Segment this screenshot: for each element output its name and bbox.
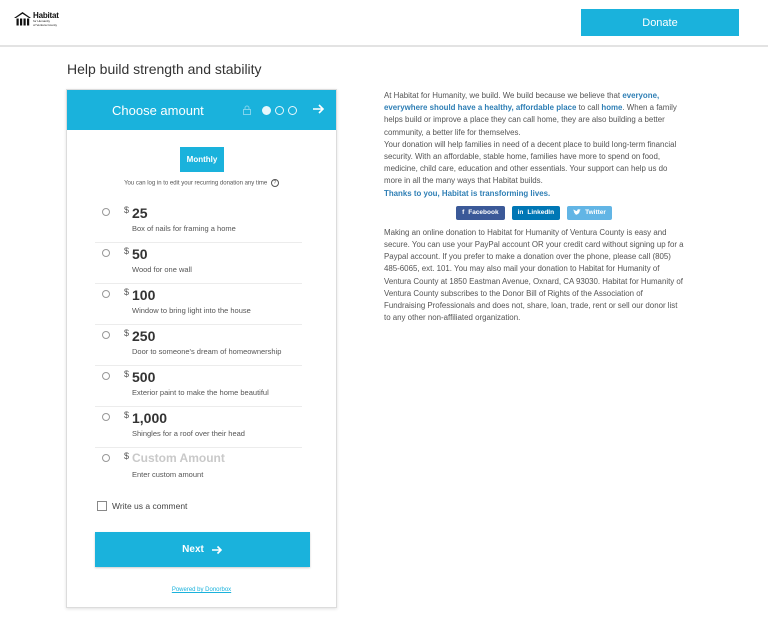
amount-radio[interactable] — [102, 331, 110, 339]
amount-value: 25 — [132, 205, 148, 221]
facebook-label: Facebook — [468, 209, 499, 217]
habitat-logo[interactable]: Habitat for Humanity of Ventura County — [14, 12, 59, 27]
form-header: Choose amount — [67, 90, 336, 130]
amount-option[interactable]: $ 250 Door to someone's dream of homeown… — [95, 325, 302, 366]
monthly-frequency-button[interactable]: Monthly — [180, 147, 224, 172]
logo-subtitle-line2: of Ventura County — [33, 22, 58, 27]
info-paragraph-2: Your donation will help families in need… — [384, 139, 677, 186]
currency-symbol: $ — [124, 369, 130, 379]
info-text: At Habitat for Humanity, we build. We bu… — [384, 91, 623, 100]
step-dot-3 — [288, 106, 297, 115]
custom-amount-input[interactable] — [132, 451, 292, 465]
amount-value: 100 — [132, 287, 156, 303]
next-button[interactable]: Next — [95, 532, 310, 567]
info-paragraph-1: At Habitat for Humanity, we build. We bu… — [384, 90, 684, 139]
amount-option[interactable]: $ 500 Exterior paint to make the home be… — [95, 366, 302, 407]
info-panel: At Habitat for Humanity, we build. We bu… — [384, 90, 684, 324]
amount-description: Box of nails for framing a home — [132, 224, 236, 233]
amount-option[interactable]: $ 1,000 Shingles for a roof over their h… — [95, 407, 302, 448]
amount-value: 50 — [132, 246, 148, 262]
custom-amount-option[interactable]: $ Enter custom amount — [95, 448, 302, 489]
amount-value: 1,000 — [132, 410, 168, 426]
recurring-login-note: You can log in to edit your recurring do… — [67, 179, 336, 187]
social-share-buttons: f Facebook in LinkedIn Twitter — [384, 205, 684, 220]
comment-label: Write us a comment — [112, 501, 188, 511]
amount-radio[interactable] — [102, 249, 110, 257]
custom-amount-description: Enter custom amount — [132, 470, 204, 479]
amount-radio[interactable] — [102, 372, 110, 380]
step-indicator — [262, 106, 297, 115]
currency-symbol: $ — [124, 451, 130, 461]
form-title: Choose amount — [112, 103, 204, 118]
amount-radio[interactable] — [102, 208, 110, 216]
thanks-line: Thanks to you, Habitat is transforming l… — [384, 188, 551, 198]
donate-button[interactable]: Donate — [581, 9, 739, 36]
linkedin-share-button[interactable]: in LinkedIn — [511, 205, 561, 220]
amount-value: 250 — [132, 328, 156, 344]
linkedin-label: LinkedIn — [527, 209, 555, 217]
habitat-house-icon — [14, 12, 31, 26]
amount-option[interactable]: $ 25 Box of nails for framing a home — [95, 202, 302, 243]
amount-description: Wood for one wall — [132, 265, 192, 274]
next-label: Next — [182, 544, 204, 555]
help-icon[interactable]: ? — [270, 179, 279, 187]
custom-amount-radio[interactable] — [102, 454, 110, 462]
twitter-share-button[interactable]: Twitter — [567, 205, 612, 220]
currency-symbol: $ — [124, 287, 130, 297]
comment-checkbox[interactable] — [97, 501, 107, 511]
twitter-bird-icon — [573, 209, 581, 216]
arrow-right-icon[interactable] — [311, 102, 325, 116]
amount-option[interactable]: $ 50 Wood for one wall — [95, 243, 302, 284]
amount-description: Window to bring light into the house — [132, 306, 251, 315]
site-header: Habitat for Humanity of Ventura County D… — [0, 0, 768, 47]
amount-description: Shingles for a roof over their head — [132, 429, 245, 438]
login-note-text: You can log in to edit your recurring do… — [124, 180, 268, 187]
linkedin-icon: in — [517, 209, 524, 217]
info-paragraph-3: Making an online donation to Habitat for… — [384, 227, 684, 323]
info-highlight: home — [601, 103, 623, 113]
amount-value: 500 — [132, 369, 156, 385]
facebook-icon: f — [462, 209, 465, 217]
arrow-right-icon — [211, 545, 222, 554]
comment-toggle[interactable]: Write us a comment — [97, 501, 187, 511]
currency-symbol: $ — [124, 246, 130, 256]
amount-radio[interactable] — [102, 290, 110, 298]
facebook-share-button[interactable]: f Facebook — [456, 205, 505, 220]
step-dot-1 — [262, 106, 271, 115]
step-dot-2 — [275, 106, 284, 115]
powered-by-link[interactable]: Powered by Donorbox — [67, 587, 336, 593]
info-text: to call — [576, 103, 602, 113]
amount-description: Exterior paint to make the home beautifu… — [132, 388, 269, 397]
donation-form-card: Choose amount Monthly You can log in to … — [66, 89, 337, 608]
amount-radio[interactable] — [102, 413, 110, 421]
lock-icon — [243, 105, 251, 115]
twitter-label: Twitter — [585, 209, 606, 217]
currency-symbol: $ — [124, 205, 130, 215]
currency-symbol: $ — [124, 410, 130, 420]
amount-description: Door to someone's dream of homeownership — [132, 347, 282, 356]
page-title: Help build strength and stability — [67, 61, 262, 77]
currency-symbol: $ — [124, 328, 130, 338]
amount-option[interactable]: $ 100 Window to bring light into the hou… — [95, 284, 302, 325]
